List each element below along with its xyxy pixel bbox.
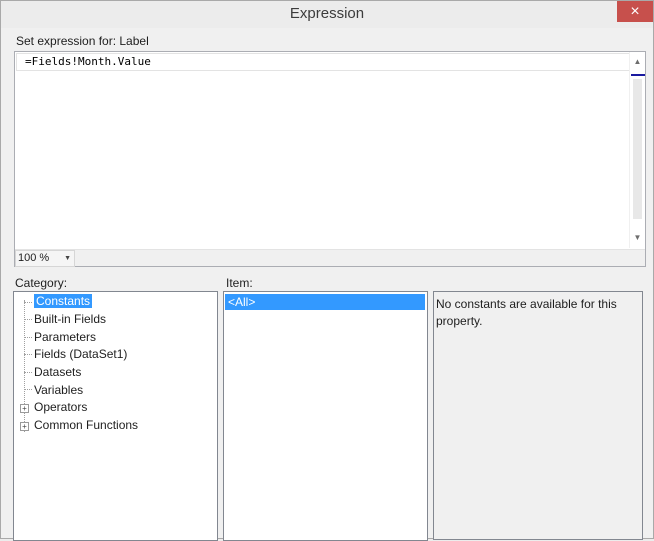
- expand-icon[interactable]: +: [20, 422, 29, 431]
- expression-editor[interactable]: =Fields!Month.Value ▲ ▼ 100 % ▼: [14, 51, 646, 267]
- tree-branch: [24, 319, 32, 320]
- tree-item-label: Fields (DataSet1): [34, 347, 128, 361]
- expression-text[interactable]: =Fields!Month.Value: [25, 55, 151, 68]
- zoom-select[interactable]: 100 % ▼: [15, 250, 75, 267]
- item-list[interactable]: <All>: [223, 291, 428, 541]
- tree-branch: [24, 372, 32, 373]
- tree-item-label: Operators: [34, 400, 88, 414]
- tree-item-common-functions[interactable]: Common Functions: [34, 417, 138, 433]
- chevron-down-icon: ▼: [64, 255, 71, 262]
- tree-branch: [24, 337, 32, 338]
- tree-item-label: Built-in Fields: [34, 312, 107, 326]
- tree-branch: [24, 354, 32, 355]
- tree-item-built-in-fields[interactable]: Built-in Fields: [34, 311, 106, 327]
- scroll-down-icon[interactable]: ▼: [630, 230, 645, 246]
- window-title: Expression: [289, 5, 365, 22]
- vertical-scrollbar[interactable]: ▲ ▼: [629, 52, 645, 248]
- close-icon: ×: [630, 3, 640, 20]
- expression-line[interactable]: =Fields!Month.Value: [16, 53, 630, 71]
- item-label: Item:: [226, 276, 253, 290]
- zoom-value: 100 %: [18, 252, 50, 264]
- tree-item-constants[interactable]: Constants: [34, 293, 93, 309]
- category-label: Category:: [15, 276, 68, 290]
- tree-item-label: Parameters: [34, 330, 97, 344]
- tree-branch: [24, 302, 32, 303]
- close-button[interactable]: ×: [617, 1, 653, 22]
- tree-item-label: Datasets: [34, 365, 82, 379]
- scroll-marker: [631, 74, 645, 76]
- expand-icon[interactable]: +: [20, 404, 29, 413]
- tree-branch: [24, 389, 32, 390]
- description-panel: No constants are available for this prop…: [433, 291, 643, 540]
- tree-item-fields-dataset1[interactable]: Fields (DataSet1): [34, 346, 127, 362]
- tree-item-datasets[interactable]: Datasets: [34, 364, 81, 380]
- tree-item-label: Constants: [34, 294, 93, 308]
- tree-item-label: Common Functions: [34, 418, 139, 432]
- scroll-up-icon[interactable]: ▲: [630, 54, 645, 70]
- tree-item-variables[interactable]: Variables: [34, 382, 83, 398]
- description-text: No constants are available for this prop…: [436, 297, 617, 328]
- tree-item-operators[interactable]: Operators: [34, 399, 87, 415]
- set-expression-label: Set expression for: Label: [16, 34, 149, 48]
- tree-item-label: Variables: [34, 383, 84, 397]
- tree-item-parameters[interactable]: Parameters: [34, 329, 96, 345]
- scroll-track[interactable]: [633, 79, 642, 219]
- category-tree[interactable]: Constants Built-in Fields Parameters Fie…: [13, 291, 218, 541]
- title-bar: Expression ×: [1, 1, 653, 28]
- list-item-all[interactable]: <All>: [225, 294, 425, 310]
- zoom-bar: 100 % ▼: [15, 249, 645, 267]
- expression-dialog: Expression × Set expression for: Label =…: [0, 0, 654, 541]
